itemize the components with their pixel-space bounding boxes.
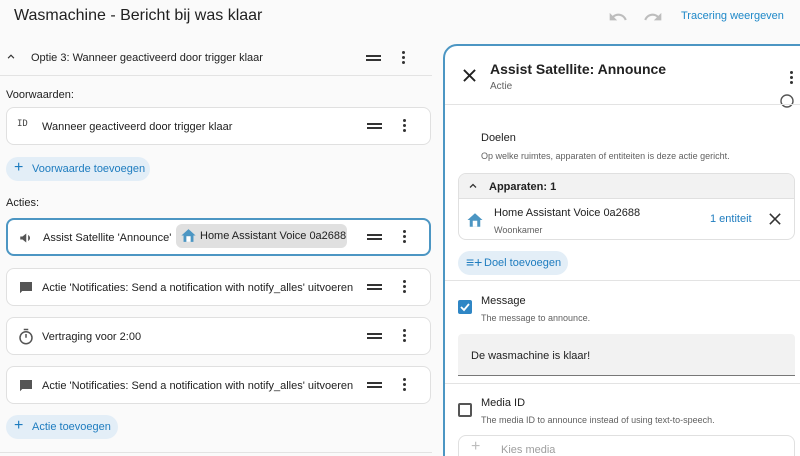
message-icon [20, 380, 32, 392]
action-card[interactable]: Actie 'Notificaties: Send a notification… [6, 268, 431, 306]
drag-handle-icon[interactable] [367, 283, 382, 292]
action-card[interactable]: Vertraging voor 2:00 [6, 317, 431, 355]
close-icon[interactable] [463, 69, 476, 82]
plus-icon: + [14, 417, 24, 434]
media-id-description: The media ID to announce instead of usin… [481, 415, 715, 425]
info-icon[interactable] [780, 94, 794, 108]
device-chip[interactable]: Home Assistant Voice 0a2688 [176, 224, 347, 248]
plus-icon: + [14, 159, 24, 176]
divider [445, 280, 800, 281]
drag-handle-icon[interactable] [366, 54, 381, 63]
media-id-checkbox[interactable] [458, 403, 472, 417]
message-label: Message [481, 295, 526, 307]
condition-card[interactable]: ID Wanneer geactiveerd door trigger klaa… [6, 107, 431, 145]
targets-label: Doelen [481, 132, 516, 144]
drag-handle-icon[interactable] [367, 122, 382, 131]
divider [0, 452, 432, 453]
option-header[interactable]: Optie 3: Wanneer geactiveerd door trigge… [0, 40, 432, 76]
timer-icon [19, 328, 33, 345]
add-condition-button[interactable]: + Voorwaarde toevoegen [6, 157, 150, 181]
message-icon [20, 282, 32, 294]
add-action-button[interactable]: + Actie toevoegen [6, 415, 118, 439]
id-icon: ID [17, 119, 28, 129]
option-label: Optie 3: Wanneer geactiveerd door trigge… [31, 52, 263, 64]
conditions-label: Voorwaarden: [6, 89, 74, 101]
action-card[interactable]: Actie 'Notificaties: Send a notification… [6, 366, 431, 404]
plus-icon: + [471, 438, 481, 455]
redo-icon[interactable] [643, 7, 663, 27]
entity-count-link[interactable]: 1 entiteit [710, 213, 752, 225]
media-picker[interactable]: + Kies media [458, 435, 795, 456]
panel-title: Assist Satellite: Announce [490, 61, 667, 77]
remove-device-icon[interactable] [769, 213, 781, 225]
device-area: Woonkamer [494, 225, 543, 235]
message-input[interactable]: De wasmachine is klaar! [458, 334, 795, 376]
message-checkbox[interactable] [458, 300, 472, 314]
kebab-menu-icon[interactable] [790, 71, 794, 85]
home-icon [467, 213, 483, 227]
show-trace-button[interactable]: Tracering weergeven [681, 10, 784, 22]
drag-handle-icon[interactable] [367, 332, 382, 341]
action-label: Actie 'Notificaties: Send a notification… [42, 380, 354, 392]
kebab-menu-icon[interactable] [403, 280, 407, 294]
media-id-label: Media ID [481, 397, 526, 409]
devices-header[interactable]: Apparaten: 1 [459, 174, 794, 199]
message-description: The message to announce. [481, 313, 591, 323]
condition-label: Wanneer geactiveerd door trigger klaar [42, 121, 233, 133]
action-label: Vertraging voor 2:00 [42, 331, 142, 343]
check-icon [460, 303, 470, 312]
kebab-menu-icon[interactable] [403, 230, 407, 244]
drag-handle-icon[interactable] [367, 381, 382, 390]
actions-label: Acties: [6, 197, 40, 209]
device-name: Home Assistant Voice 0a2688 [494, 207, 641, 219]
add-list-icon: ≡+ [466, 254, 483, 270]
megaphone-icon [20, 233, 30, 243]
chevron-up-icon[interactable] [467, 180, 479, 192]
automation-editor: Optie 3: Wanneer geactiveerd door trigge… [0, 40, 440, 456]
chevron-up-icon[interactable] [4, 50, 18, 64]
kebab-menu-icon[interactable] [403, 378, 407, 392]
home-icon [181, 229, 196, 242]
kebab-menu-icon[interactable] [403, 119, 407, 133]
add-target-button[interactable]: ≡+ Doel toevoegen [458, 251, 568, 275]
divider [445, 383, 800, 384]
kebab-menu-icon[interactable] [402, 51, 406, 65]
kebab-menu-icon[interactable] [403, 329, 407, 343]
action-side-panel: Assist Satellite: Announce Actie Doelen … [443, 44, 800, 456]
undo-icon[interactable] [608, 7, 628, 27]
targets-description: Op welke ruimtes, apparaten of entiteite… [481, 151, 730, 161]
page-title: Wasmachine - Bericht bij was klaar [14, 7, 263, 24]
divider [445, 104, 800, 105]
drag-handle-icon[interactable] [367, 233, 382, 242]
devices-group: Apparaten: 1 Home Assistant Voice 0a2688… [458, 173, 795, 240]
panel-subtitle: Actie [490, 81, 513, 92]
panel-header: Assist Satellite: Announce Actie [445, 46, 800, 104]
action-card[interactable]: Assist Satellite 'Announce' Home Assista… [6, 218, 431, 256]
action-label: Actie 'Notificaties: Send a notification… [42, 282, 354, 294]
top-bar: Wasmachine - Bericht bij was klaar Trace… [0, 0, 800, 34]
action-label: Assist Satellite 'Announce' [43, 232, 172, 244]
